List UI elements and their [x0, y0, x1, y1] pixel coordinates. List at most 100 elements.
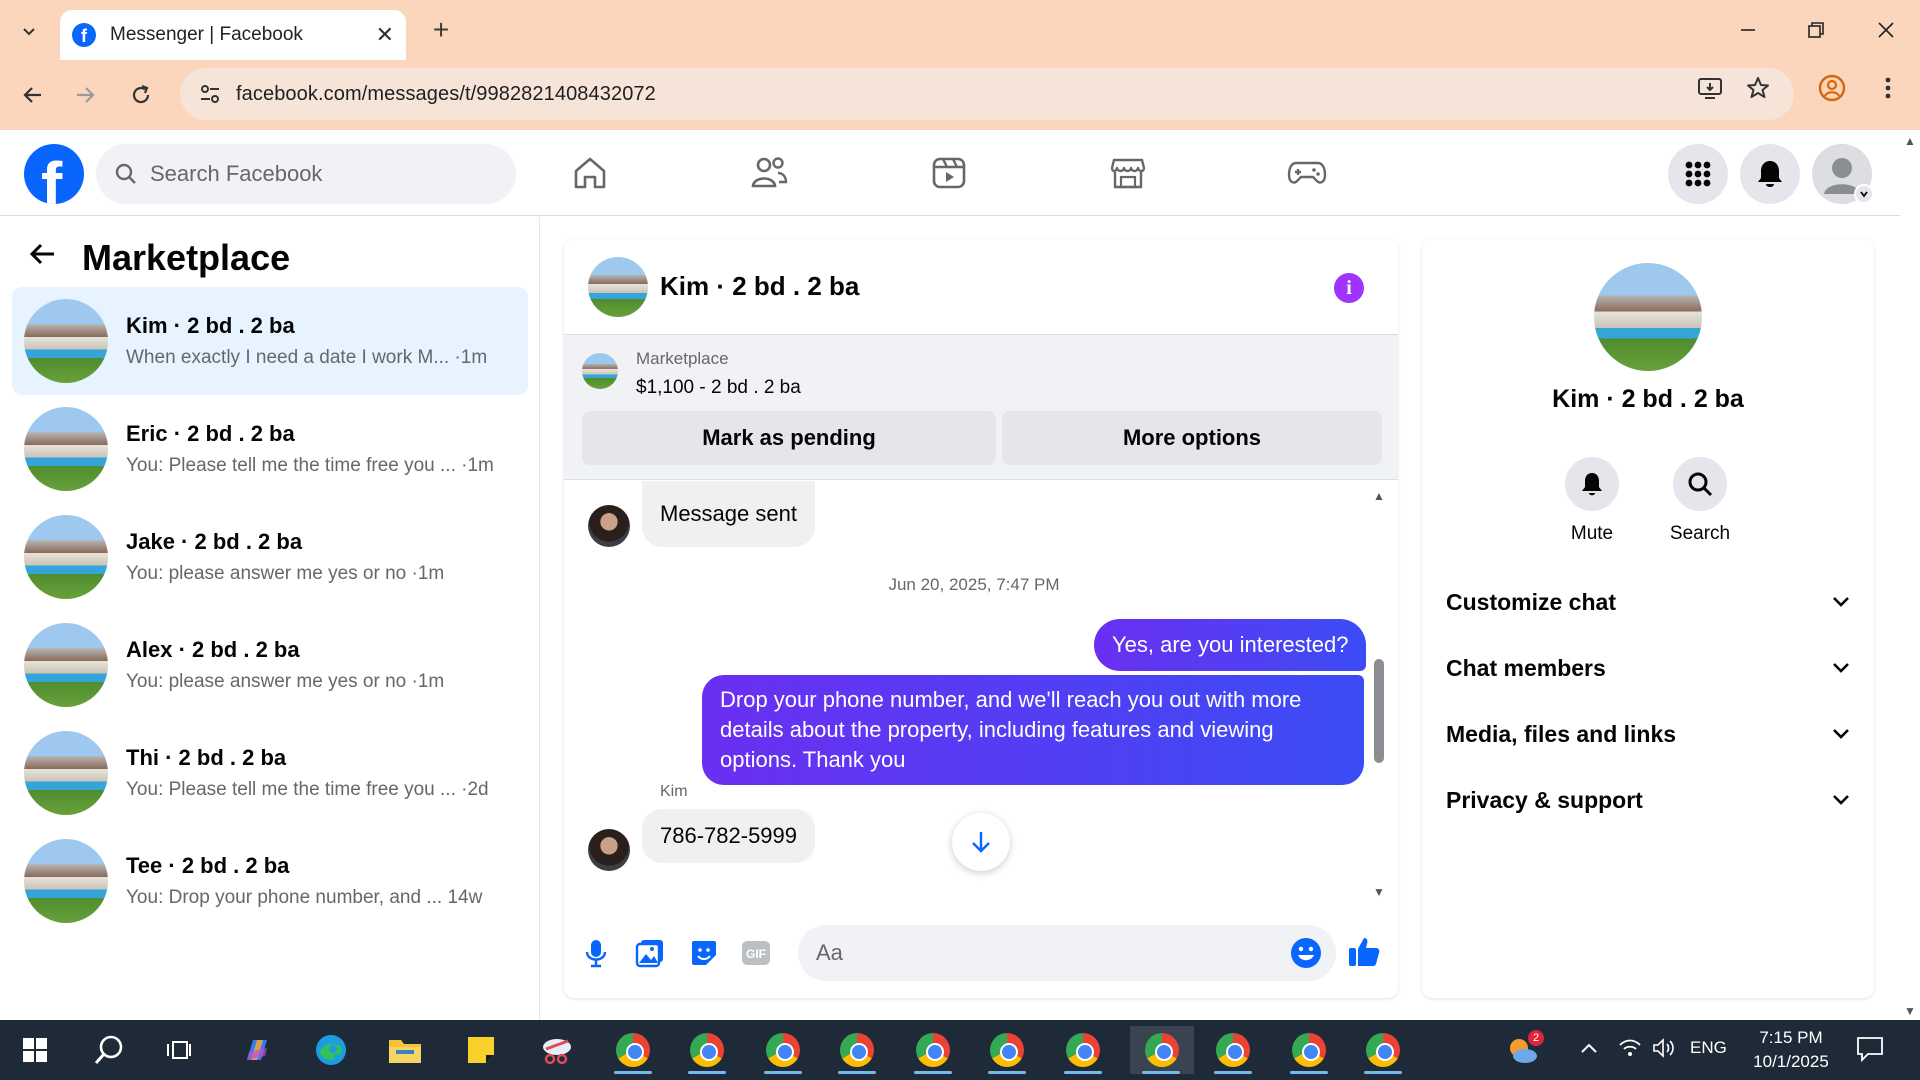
facebook-search-input[interactable] — [150, 161, 490, 187]
conversation-name: Eric · 2 bd . 2 ba — [126, 421, 295, 446]
chat-members-section[interactable]: Chat members — [1446, 643, 1850, 693]
minimize-icon[interactable] — [1728, 10, 1768, 50]
message-input[interactable] — [798, 925, 1336, 981]
mute-button[interactable]: Mute — [1552, 457, 1632, 545]
page-scrollbar[interactable]: ▲ ▼ — [1900, 130, 1920, 1020]
wifi-icon[interactable] — [1618, 1038, 1642, 1063]
search-in-conversation-button[interactable]: Search — [1660, 457, 1740, 545]
browser-tab-active[interactable]: f Messenger | Facebook ✕ — [60, 10, 406, 60]
scroll-down-arrow-icon[interactable]: ▼ — [1372, 885, 1386, 899]
page-scroll-up-icon[interactable]: ▲ — [1904, 134, 1916, 148]
back-arrow-icon[interactable] — [28, 239, 58, 278]
conversation-item-tee[interactable]: Tee · 2 bd . 2 ba You: Drop your phone n… — [12, 827, 528, 935]
copilot-icon[interactable] — [230, 1026, 284, 1074]
page-scroll-down-icon[interactable]: ▼ — [1904, 1004, 1916, 1018]
details-name: Kim · 2 bd . 2 ba — [1552, 385, 1744, 413]
chrome-gmail-icon-2[interactable] — [680, 1026, 734, 1074]
facebook-search[interactable] — [96, 144, 516, 204]
taskbar-search-icon[interactable] — [82, 1026, 136, 1074]
conversation-item-thi[interactable]: Thi · 2 bd . 2 ba You: Please tell me th… — [12, 719, 528, 827]
tab-search-button[interactable] — [12, 14, 46, 48]
account-avatar-button[interactable] — [1812, 144, 1874, 204]
notifications-button[interactable] — [1740, 144, 1800, 204]
chat-title[interactable]: Kim · 2 bd . 2 ba — [660, 271, 859, 302]
mark-as-pending-button[interactable]: Mark as pending — [582, 411, 996, 465]
photo-icon[interactable] — [632, 935, 668, 971]
file-explorer-icon[interactable] — [378, 1026, 432, 1074]
message-text: 786-782-5999 — [660, 823, 798, 848]
chrome-profile-icon-2[interactable] — [830, 1026, 884, 1074]
windows-start-icon[interactable] — [8, 1026, 62, 1074]
chrome-gmail-icon[interactable] — [606, 1026, 660, 1074]
marketplace-icon[interactable] — [1103, 148, 1153, 198]
message-bubble-outgoing[interactable]: Yes, are you interested? — [1094, 619, 1367, 671]
task-view-icon[interactable] — [152, 1026, 206, 1074]
scroll-to-bottom-button[interactable] — [952, 813, 1010, 871]
gif-icon[interactable]: GIF — [738, 935, 774, 971]
facebook-logo-icon[interactable]: f — [24, 144, 84, 204]
close-window-icon[interactable] — [1866, 10, 1906, 50]
microphone-icon[interactable] — [578, 935, 614, 971]
more-options-button[interactable]: More options — [1002, 411, 1382, 465]
volume-icon[interactable] — [1652, 1038, 1676, 1063]
chrome-profile-icon[interactable] — [756, 1026, 810, 1074]
chrome-profile-icon-4[interactable] — [980, 1026, 1034, 1074]
reload-button[interactable] — [122, 76, 160, 114]
conversation-item-alex[interactable]: Alex · 2 bd . 2 ba You: please answer me… — [12, 611, 528, 719]
show-hidden-icons-icon[interactable] — [1580, 1038, 1598, 1059]
forward-button[interactable] — [66, 76, 104, 114]
friends-icon[interactable] — [744, 148, 794, 198]
chrome-profile-icon-5[interactable] — [1056, 1026, 1110, 1074]
message-bubble-incoming[interactable]: Message sent — [642, 481, 815, 547]
menu-grid-button[interactable] — [1668, 144, 1728, 204]
listing-price[interactable]: $1,100 - 2 bd . 2 ba — [636, 377, 801, 399]
message-thread[interactable]: Message sent Jun 20, 2025, 7:47 PM Yes, … — [564, 481, 1398, 908]
install-app-icon[interactable] — [1696, 74, 1724, 102]
snipping-tool-icon[interactable] — [530, 1026, 584, 1074]
profile-icon[interactable] — [1818, 74, 1846, 102]
listing-thumbnail[interactable] — [582, 353, 618, 389]
sticky-notes-icon[interactable] — [454, 1026, 508, 1074]
customize-chat-section[interactable]: Customize chat — [1446, 577, 1850, 627]
conversation-item-eric[interactable]: Eric · 2 bd . 2 ba You: Please tell me t… — [12, 395, 528, 503]
media-files-links-section[interactable]: Media, files and links — [1446, 709, 1850, 759]
emoji-icon[interactable] — [1288, 935, 1324, 971]
back-button[interactable] — [14, 76, 52, 114]
taskbar-clock[interactable]: 7:15 PM 10/1/2025 — [1746, 1026, 1836, 1074]
address-bar[interactable]: facebook.com/messages/t/9982821408432072 — [180, 68, 1794, 120]
chrome-profile-icon-7[interactable] — [1282, 1026, 1336, 1074]
bookmark-star-icon[interactable] — [1744, 74, 1772, 102]
reels-icon[interactable] — [924, 148, 974, 198]
message-bubble-outgoing[interactable]: Drop your phone number, and we'll reach … — [702, 675, 1364, 785]
input-language[interactable]: ENG — [1690, 1038, 1727, 1058]
conversation-item-kim[interactable]: Kim · 2 bd . 2 ba When exactly I need a … — [12, 287, 528, 395]
browser-menu-icon[interactable] — [1874, 74, 1902, 102]
kim-avatar[interactable] — [588, 505, 630, 547]
profile-listing-image[interactable] — [1594, 263, 1702, 371]
chrome-profile-icon-8[interactable] — [1356, 1026, 1410, 1074]
conversation-item-jake[interactable]: Jake · 2 bd . 2 ba You: please answer me… — [12, 503, 528, 611]
info-icon[interactable]: i — [1334, 273, 1364, 303]
chrome-profile-icon-3[interactable] — [906, 1026, 960, 1074]
scroll-up-arrow-icon[interactable]: ▲ — [1372, 489, 1386, 503]
edge-icon[interactable] — [304, 1026, 358, 1074]
like-thumb-icon[interactable] — [1346, 933, 1382, 969]
new-tab-button[interactable]: + — [424, 14, 458, 46]
message-bubble-incoming[interactable]: 786-782-5999 — [642, 809, 816, 863]
conversation-name: Jake · 2 bd . 2 ba — [126, 529, 303, 554]
privacy-support-section[interactable]: Privacy & support — [1446, 775, 1850, 825]
chat-avatar[interactable] — [588, 256, 648, 317]
home-icon[interactable] — [565, 148, 615, 198]
gaming-icon[interactable] — [1282, 148, 1332, 198]
close-tab-icon[interactable]: ✕ — [376, 22, 394, 48]
notification-center-icon[interactable] — [1856, 1036, 1884, 1067]
thread-scrollbar[interactable]: ▲ ▼ — [1372, 489, 1386, 899]
kim-avatar[interactable] — [588, 829, 630, 871]
chrome-profile-icon-6[interactable] — [1206, 1026, 1260, 1074]
chrome-profile-icon-active[interactable] — [1130, 1026, 1194, 1074]
scrollbar-thumb[interactable] — [1374, 659, 1384, 763]
restore-icon[interactable] — [1796, 10, 1836, 50]
site-settings-icon[interactable] — [198, 82, 222, 106]
weather-widget-icon[interactable]: 2 — [1496, 1026, 1550, 1074]
sticker-icon[interactable] — [686, 935, 722, 971]
